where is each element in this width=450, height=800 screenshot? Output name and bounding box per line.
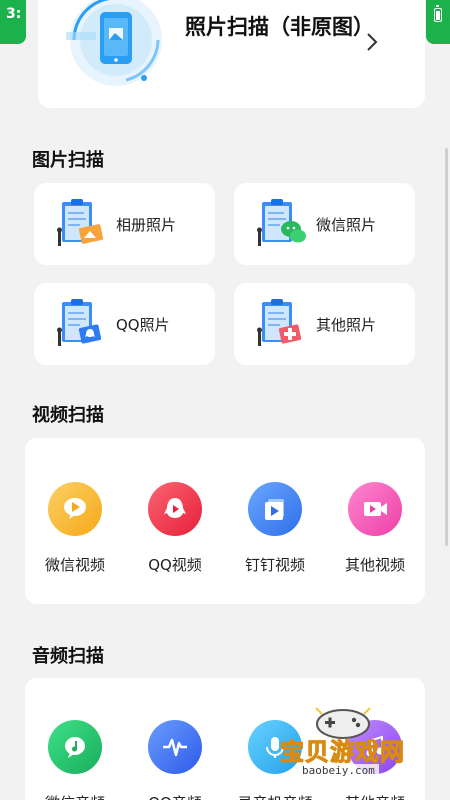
phone-scan-icon	[66, 0, 162, 86]
status-time: 3:	[0, 0, 26, 44]
album-photos-card[interactable]: 相册照片	[34, 183, 215, 265]
photo-scan-title: 照片扫描（非原图）	[185, 15, 374, 39]
qq-photos-label: QQ照片	[116, 315, 170, 334]
section-title-audio: 音频扫描	[32, 646, 104, 667]
wechat-video-label: 微信视频	[44, 556, 105, 574]
qq-video-icon	[148, 482, 202, 536]
wechat-video-item[interactable]: 微信视频	[25, 482, 125, 575]
section-title-photos: 图片扫描	[32, 150, 104, 171]
photo-scan-card[interactable]: 照片扫描（非原图）	[38, 0, 425, 108]
wechat-clipboard-icon	[257, 199, 306, 246]
other-video-label: 其他视频	[344, 556, 405, 574]
qq-photos-card[interactable]: QQ照片	[34, 283, 215, 365]
dingtalk-video-label: 钉钉视频	[244, 556, 305, 574]
watermark-text: 宝贝游戏网	[280, 738, 405, 767]
chevron-right-icon[interactable]	[365, 32, 379, 58]
other-photos-card[interactable]: 其他照片	[234, 283, 415, 365]
wechat-audio-item[interactable]: 微信音频	[25, 720, 125, 800]
qq-clipboard-icon	[57, 299, 102, 346]
wechat-photos-card[interactable]: 微信照片	[234, 183, 415, 265]
wechat-video-icon	[48, 482, 102, 536]
qq-audio-label: QQ音频	[125, 792, 225, 800]
wechat-audio-label: 微信音频	[25, 792, 125, 800]
battery-charging-icon	[426, 0, 450, 44]
other-clipboard-icon	[257, 299, 302, 346]
qq-audio-item[interactable]: QQ音频	[125, 720, 225, 800]
wechat-photos-label: 微信照片	[316, 215, 377, 234]
watermark-url: baobeiy.com	[298, 764, 379, 777]
dingtalk-video-icon	[248, 482, 302, 536]
album-clipboard-icon	[57, 199, 104, 246]
other-photos-label: 其他照片	[316, 315, 377, 334]
other-video-item[interactable]: 其他视频	[325, 482, 425, 575]
wechat-audio-icon	[48, 720, 102, 774]
video-scan-panel: 微信视频 QQ视频 钉钉视频 其他视频	[25, 438, 425, 604]
section-title-videos: 视频扫描	[32, 405, 104, 426]
site-watermark: 宝贝游戏网 baobeiy.com	[268, 702, 438, 800]
qq-audio-icon	[148, 720, 202, 774]
other-video-icon	[348, 482, 402, 536]
dingtalk-video-item[interactable]: 钉钉视频	[225, 482, 325, 575]
qq-video-item[interactable]: QQ视频	[125, 482, 225, 575]
qq-video-label: QQ视频	[148, 556, 202, 574]
album-photos-label: 相册照片	[116, 215, 177, 234]
scrollbar[interactable]	[445, 148, 448, 546]
